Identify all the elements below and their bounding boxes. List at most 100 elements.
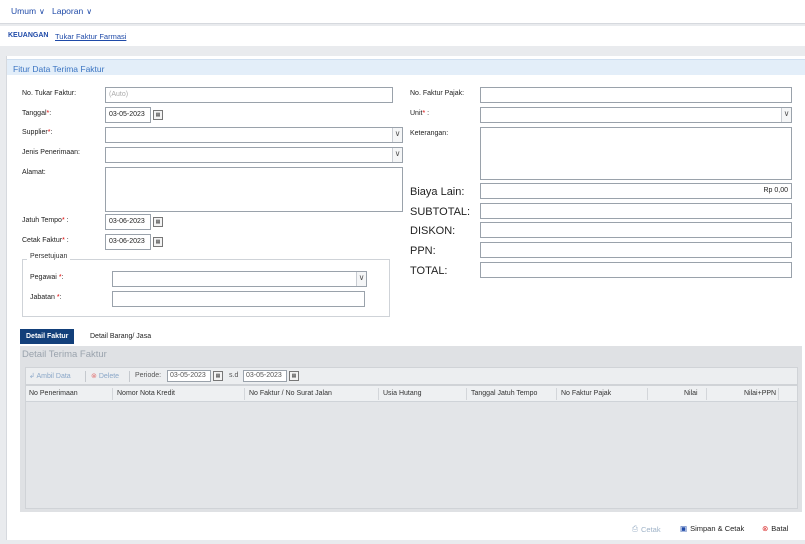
jabatan-label: Jabatan *: bbox=[30, 294, 62, 301]
approval-fieldset bbox=[22, 259, 390, 317]
calendar-icon[interactable]: ▦ bbox=[153, 217, 163, 227]
column-header[interactable]: No Faktur / No Surat Jalan bbox=[249, 390, 332, 397]
menu-umum-label: Umum bbox=[11, 6, 37, 16]
ambil-data-button[interactable]: ↲ Ambil Data bbox=[29, 372, 71, 380]
batal-button[interactable]: ⊗ Batal bbox=[762, 524, 788, 533]
unit-select[interactable] bbox=[480, 107, 792, 123]
label-suffix: : bbox=[425, 110, 430, 117]
column-header[interactable]: No Faktur Pajak bbox=[561, 390, 611, 397]
cetak-faktur-label: Cetak Faktur* : bbox=[22, 237, 69, 244]
calendar-icon[interactable]: ▦ bbox=[289, 371, 299, 381]
delete-label: Delete bbox=[98, 373, 120, 380]
column-divider bbox=[466, 388, 467, 400]
jenis-penerimaan-label: Jenis Penerimaan: bbox=[22, 149, 80, 156]
periode-from-input[interactable]: 03-05-2023 bbox=[167, 370, 211, 382]
breadcrumb-current-link[interactable]: Tukar Faktur Farmasi bbox=[55, 32, 126, 41]
toolbar-divider bbox=[85, 371, 86, 382]
column-header[interactable]: No Penerimaan bbox=[29, 390, 78, 397]
chevron-down-icon[interactable]: ∨ bbox=[356, 272, 366, 286]
chevron-down-icon: ∨ bbox=[86, 6, 93, 16]
column-header[interactable]: Nomor Nota Kredit bbox=[117, 390, 175, 397]
no-faktur-pajak-label: No. Faktur Pajak: bbox=[410, 90, 465, 97]
periode-to-input[interactable]: 03-05-2023 bbox=[243, 370, 287, 382]
ambil-data-label: Ambil Data bbox=[36, 373, 71, 380]
column-divider bbox=[647, 388, 648, 400]
label-suffix: : bbox=[64, 237, 69, 244]
batal-label: Batal bbox=[771, 524, 789, 533]
chevron-down-icon[interactable]: ∨ bbox=[392, 148, 402, 162]
no-faktur-pajak-input[interactable] bbox=[480, 87, 792, 103]
subtotal-label: SUBTOTAL: bbox=[410, 206, 471, 218]
subtotal-field[interactable] bbox=[480, 203, 792, 219]
jatuh-tempo-label: Jatuh Tempo* : bbox=[22, 217, 69, 224]
calendar-icon[interactable]: ▦ bbox=[213, 371, 223, 381]
simpan-cetak-label: Simpan & Cetak bbox=[690, 524, 745, 533]
periode-label: Periode: bbox=[135, 372, 162, 379]
cetak-label: Cetak bbox=[641, 524, 661, 534]
unit-label-text: Unit bbox=[410, 110, 423, 117]
menu-laporan-label: Laporan bbox=[52, 6, 84, 16]
pegawai-label: Pegawai *: bbox=[30, 274, 64, 281]
tab-detail-faktur[interactable]: Detail Faktur bbox=[20, 329, 75, 344]
ppn-label: PPN: bbox=[410, 245, 436, 257]
footer-actions: ⎙ Cetak ▣ Simpan & Cetak ⊗ Batal bbox=[7, 524, 805, 536]
total-field[interactable] bbox=[480, 262, 792, 278]
supplier-label: Supplier*: bbox=[22, 129, 52, 136]
column-divider bbox=[244, 388, 245, 400]
tanggal-label: Tanggal*: bbox=[22, 110, 51, 117]
jatuh-tempo-label-text: Jatuh Tempo bbox=[22, 217, 62, 224]
cetak-faktur-label-text: Cetak Faktur bbox=[22, 237, 63, 244]
ppn-field[interactable] bbox=[480, 242, 792, 258]
calendar-icon[interactable]: ▦ bbox=[153, 237, 163, 247]
column-divider bbox=[112, 388, 113, 400]
column-header[interactable]: Nilai+PPN bbox=[744, 390, 776, 397]
toolbar-divider bbox=[129, 371, 130, 382]
column-divider bbox=[778, 388, 779, 400]
no-tukar-faktur-label: No. Tukar Faktur: bbox=[22, 90, 77, 97]
column-header[interactable]: Nilai bbox=[684, 390, 698, 397]
label-suffix: : bbox=[59, 294, 62, 301]
biaya-lain-input[interactable]: Rp 0,00 bbox=[480, 183, 792, 199]
detail-section: Detail Terima Faktur ↲ Ambil Data ⊗ Dele… bbox=[20, 346, 802, 512]
column-divider bbox=[706, 388, 707, 400]
pegawai-select[interactable] bbox=[112, 271, 367, 287]
cetak-faktur-input[interactable]: 03-06-2023 bbox=[105, 234, 151, 250]
calendar-icon[interactable]: ▦ bbox=[153, 110, 163, 120]
detail-title: Detail Terima Faktur bbox=[22, 349, 107, 360]
label-suffix: : bbox=[50, 129, 53, 136]
alamat-textarea[interactable] bbox=[105, 167, 403, 212]
menu-laporan[interactable]: Laporan ∨ bbox=[52, 6, 92, 16]
jabatan-label-text: Jabatan bbox=[30, 294, 55, 301]
chevron-down-icon[interactable]: ∨ bbox=[392, 128, 402, 142]
jabatan-input[interactable] bbox=[112, 291, 365, 307]
jenis-penerimaan-select[interactable] bbox=[105, 147, 403, 163]
tab-detail-barang-jasa[interactable]: Detail Barang/ Jasa bbox=[84, 329, 157, 344]
main-panel: Fitur Data Terima Faktur No. Tukar Faktu… bbox=[6, 56, 805, 540]
chevron-down-icon[interactable]: ∨ bbox=[781, 108, 791, 122]
delete-button[interactable]: ⊗ Delete bbox=[91, 372, 119, 380]
total-label: TOTAL: bbox=[410, 265, 448, 277]
alamat-label: Alamat: bbox=[22, 169, 46, 176]
column-divider bbox=[556, 388, 557, 400]
no-tukar-faktur-field[interactable]: (Auto) bbox=[105, 87, 393, 103]
column-divider bbox=[378, 388, 379, 400]
cetak-button[interactable]: ⎙ Cetak bbox=[632, 524, 661, 534]
label-suffix: : bbox=[61, 274, 64, 281]
printer-icon: ⎙ bbox=[632, 524, 638, 533]
panel-title: Fitur Data Terima Faktur bbox=[13, 64, 105, 74]
panel-header: Fitur Data Terima Faktur bbox=[7, 59, 805, 75]
column-header[interactable]: Usia Hutang bbox=[383, 390, 422, 397]
sd-label: s.d bbox=[229, 372, 239, 379]
simpan-cetak-button[interactable]: ▣ Simpan & Cetak bbox=[680, 524, 744, 533]
chevron-down-icon: ∨ bbox=[39, 6, 45, 16]
label-suffix: : bbox=[49, 110, 52, 117]
menu-umum[interactable]: Umum ∨ bbox=[11, 6, 45, 16]
jatuh-tempo-input[interactable]: 03-06-2023 bbox=[105, 214, 151, 230]
tanggal-input[interactable]: 03-05-2023 bbox=[105, 107, 151, 123]
keterangan-textarea[interactable] bbox=[480, 127, 792, 180]
diskon-field[interactable] bbox=[480, 222, 792, 238]
column-header[interactable]: Tanggal Jatuh Tempo bbox=[471, 390, 537, 397]
save-icon: ▣ bbox=[680, 524, 688, 533]
supplier-select[interactable] bbox=[105, 127, 403, 143]
cancel-icon: ⊗ bbox=[762, 524, 769, 533]
